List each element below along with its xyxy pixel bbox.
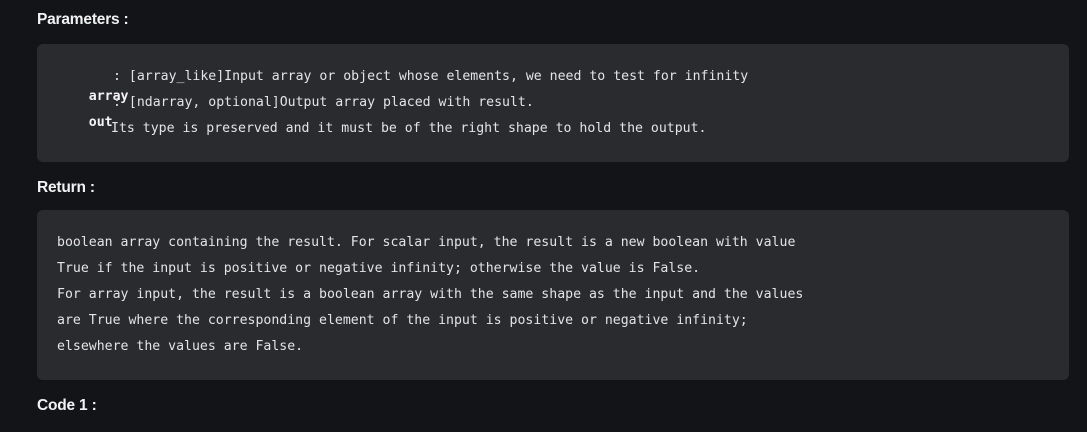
return-line: For array input, the result is a boolean… (57, 287, 804, 302)
param-desc-out: : [ndarray, optional]Output array placed… (113, 95, 534, 110)
parameters-block: array : [array_like]Input array or objec… (37, 44, 1069, 162)
return-block: boolean array containing the result. For… (37, 210, 1069, 380)
return-line: are True where the corresponding element… (57, 313, 748, 328)
param-row-array: array : [array_like]Input array or objec… (57, 67, 1047, 104)
return-line: elsewhere the values are False. (57, 339, 304, 354)
param-name-out: out (88, 115, 113, 130)
return-line: boolean array containing the result. For… (57, 235, 796, 250)
param-continuation: Its type is preserved and it must be of … (111, 121, 707, 136)
param-row-out: out : [ndarray, optional]Output array pl… (57, 93, 1047, 130)
param-desc-array: : [array_like]Input array or object whos… (113, 69, 749, 84)
return-line: True if the input is positive or negativ… (57, 261, 701, 276)
parameters-heading: Parameters : (37, 11, 129, 28)
code1-heading: Code 1 : (37, 397, 97, 414)
return-heading: Return : (37, 179, 95, 196)
